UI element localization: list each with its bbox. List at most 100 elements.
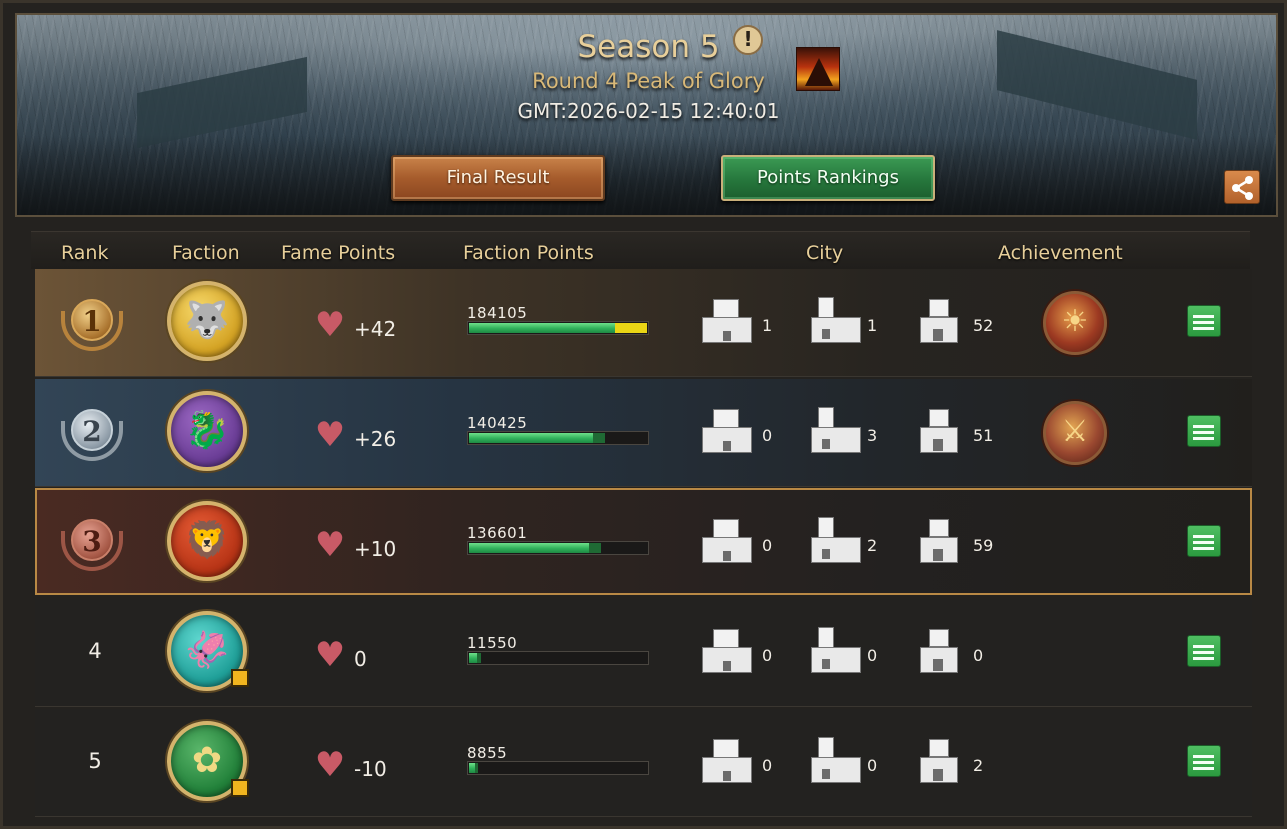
medium-city-count: 2: [867, 536, 878, 555]
rank-medal-silver: 2: [61, 401, 123, 463]
faction-points-value: 184105: [467, 304, 528, 322]
details-button[interactable]: [1187, 635, 1221, 667]
large-city-icon: [699, 295, 755, 345]
rank-number: 4: [88, 639, 102, 663]
rose-icon: ✿: [191, 740, 223, 781]
faction-badge-icon: [231, 779, 249, 797]
achievement-sword-crest-icon[interactable]: ⚔: [1043, 401, 1107, 465]
large-city-count: 0: [762, 646, 773, 665]
header-rank: Rank: [61, 242, 109, 264]
small-city-icon: [917, 405, 961, 455]
header-city: City: [806, 242, 844, 264]
rank-medal-gold: 1: [61, 291, 123, 353]
share-icon: [1232, 176, 1253, 200]
small-city-icon: [917, 625, 961, 675]
large-city-icon: [699, 625, 755, 675]
rank-number: 3: [71, 519, 113, 561]
medium-city-icon: [808, 625, 864, 675]
faction-points-bar-tail: [477, 653, 481, 663]
medium-city-icon: [808, 735, 864, 785]
rank-number: 1: [71, 299, 113, 341]
table-row: 1 🐺 ♥ +42 184105 1 1 52 ☀: [35, 269, 1252, 377]
faction-emblem-kraken[interactable]: 🦑: [167, 611, 249, 691]
small-city-count: 52: [973, 316, 994, 335]
table-row: 5 ✿ ♥ -10 8855 0 0 2: [35, 709, 1252, 817]
kraken-icon: 🦑: [184, 630, 230, 671]
round-title: Round 4 Peak of Glory: [532, 69, 765, 93]
large-city-icon: [699, 405, 755, 455]
faction-points-value: 8855: [467, 744, 508, 762]
faction-points-bar: [467, 431, 649, 445]
medium-city-icon: [808, 295, 864, 345]
small-city-icon: [917, 735, 961, 785]
final-result-button[interactable]: Final Result: [391, 155, 605, 201]
header-achievement: Achievement: [998, 242, 1123, 264]
rankings-table-header: Rank Faction Fame Points Faction Points …: [31, 231, 1250, 269]
faction-points-bar-tail: [593, 433, 605, 443]
medium-city-count: 0: [867, 646, 878, 665]
small-city-count: 59: [973, 536, 994, 555]
info-icon[interactable]: !: [733, 25, 763, 55]
details-button[interactable]: [1187, 415, 1221, 447]
large-city-count: 0: [762, 426, 773, 445]
large-city-count: 0: [762, 756, 773, 775]
faction-emblem-rose[interactable]: ✿: [167, 721, 249, 801]
achievement-sun-crest-icon[interactable]: ☀: [1043, 291, 1107, 355]
faction-points-value: 11550: [467, 634, 518, 652]
medium-city-count: 3: [867, 426, 878, 445]
fame-points-value: 0: [354, 647, 367, 671]
dragon-icon: 🐉: [184, 410, 230, 451]
share-button[interactable]: [1224, 170, 1260, 204]
faction-points-bar: [467, 541, 649, 555]
fame-heart-icon: ♥: [314, 525, 346, 565]
small-city-count: 51: [973, 426, 994, 445]
gmt-time: GMT:2026-02-15 12:40:01: [517, 99, 780, 123]
details-button[interactable]: [1187, 745, 1221, 777]
details-button[interactable]: [1187, 305, 1221, 337]
fame-points-value: +10: [354, 537, 397, 561]
large-city-icon: [699, 735, 755, 785]
medium-city-icon: [808, 515, 864, 565]
rank-medal-bronze: 3: [61, 511, 123, 573]
banner-ground-shade: [17, 135, 1276, 215]
small-city-icon: [917, 515, 961, 565]
faction-points-bar-fill: [469, 433, 593, 443]
faction-emblem-dragon[interactable]: 🐉: [167, 391, 247, 471]
faction-points-bar: [467, 651, 649, 665]
wolf-icon: 🐺: [184, 300, 230, 341]
faction-points-value: 140425: [467, 414, 528, 432]
faction-points-bar: [467, 761, 649, 775]
table-row: 4 🦑 ♥ 0 11550 0 0 0: [35, 599, 1252, 707]
small-city-count: 0: [973, 646, 984, 665]
faction-points-bar: [467, 321, 649, 335]
faction-badge-icon: [231, 669, 249, 687]
details-button[interactable]: [1187, 525, 1221, 557]
season-title: Season 5: [577, 29, 720, 65]
small-city-count: 2: [973, 756, 984, 775]
medium-city-count: 1: [867, 316, 878, 335]
points-rankings-button[interactable]: Points Rankings: [721, 155, 935, 201]
fame-heart-icon: ♥: [314, 635, 346, 675]
header-faction-points: Faction Points: [463, 242, 594, 264]
faction-emblem-lion[interactable]: 🦁: [167, 501, 247, 581]
faction-points-bar-bonus: [615, 323, 647, 333]
app-window: Season 5 ! Round 4 Peak of Glory GMT:202…: [0, 0, 1287, 829]
faction-emblem-wolf[interactable]: 🐺: [167, 281, 247, 361]
rank-number: 5: [88, 749, 102, 773]
rank-number: 2: [71, 409, 113, 451]
large-city-icon: [699, 515, 755, 565]
fame-heart-icon: ♥: [314, 305, 346, 345]
large-city-count: 0: [762, 536, 773, 555]
fame-points-value: -10: [354, 757, 387, 781]
fame-points-value: +26: [354, 427, 397, 451]
lion-icon: 🦁: [184, 520, 230, 561]
faction-points-bar-fill: [469, 323, 615, 333]
medium-city-icon: [808, 405, 864, 455]
faction-points-bar-tail: [475, 763, 478, 773]
medium-city-count: 0: [867, 756, 878, 775]
small-city-icon: [917, 295, 961, 345]
fame-heart-icon: ♥: [314, 745, 346, 785]
faction-points-bar-fill: [469, 543, 589, 553]
fame-heart-icon: ♥: [314, 415, 346, 455]
faction-points-bar-tail: [589, 543, 601, 553]
